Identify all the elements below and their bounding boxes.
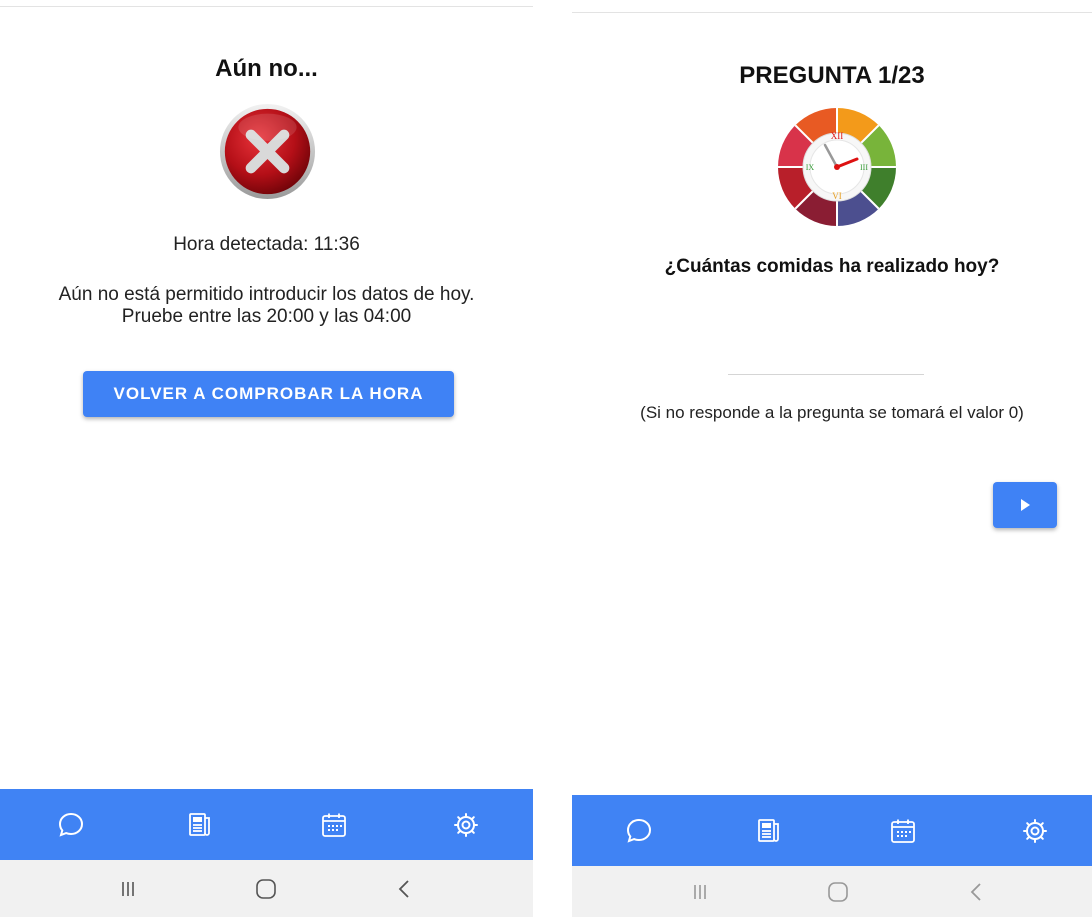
top-divider [0,6,533,7]
error-x-icon [219,103,316,200]
tab-chat[interactable] [41,789,101,860]
settings-icon [454,812,478,837]
clock-numeral-ix: IX [806,163,815,172]
recent-apps-icon [694,884,706,899]
calendar-icon [322,813,346,837]
play-arrow-icon [1021,499,1030,511]
tab-settings[interactable] [436,789,496,860]
bottom-tab-bar [0,789,533,860]
home-button[interactable] [236,860,296,917]
home-icon [828,881,848,902]
back-icon [398,879,409,898]
recent-apps-button[interactable] [98,860,158,917]
bottom-tab-bar [572,795,1092,866]
system-nav-bar [572,866,1092,917]
recent-apps-button[interactable] [670,866,730,917]
detected-time: Hora detectada: 11:36 [173,234,360,255]
next-question-button[interactable] [993,482,1057,528]
back-button[interactable] [374,860,434,917]
news-icon [189,812,210,836]
recent-apps-icon [122,881,134,896]
question-counter-title: PREGUNTA 1/23 [739,62,925,89]
calendar-icon [891,819,915,843]
home-icon [256,878,276,899]
system-nav-bar [0,860,533,917]
default-value-hint: (Si no responde a la pregunta se tomará … [640,403,1024,422]
chat-bubble-icon [626,818,652,843]
back-button[interactable] [946,866,1006,917]
left-screen: Aún no... Hora detectada: 11:36 Aún no e… [0,0,533,917]
question-text: ¿Cuántas comidas ha realizado hoy? [664,256,1000,277]
clock-numeral-xii: XII [831,131,844,141]
right-screen: PREGUNTA 1/23 XII III VI IX ¿Cuántas com… [572,0,1092,917]
home-button[interactable] [808,866,868,917]
tab-chat[interactable] [609,795,669,866]
clock-numeral-vi: VI [832,191,842,201]
recheck-time-button[interactable]: VOLVER A COMPROBAR LA HORA [83,371,454,417]
tab-news[interactable] [170,789,230,860]
top-divider [572,12,1092,13]
chat-bubble-icon [58,812,84,837]
news-icon [758,818,779,842]
back-icon [970,882,981,901]
food-clock-icon: XII III VI IX [778,108,896,226]
page-title: Aún no... [215,55,318,82]
tab-calendar[interactable] [304,789,364,860]
tab-settings[interactable] [1005,795,1065,866]
tab-news[interactable] [739,795,799,866]
settings-icon [1023,818,1047,843]
answer-input[interactable] [728,348,924,375]
clock-numeral-iii: III [860,163,868,172]
tab-calendar[interactable] [873,795,933,866]
not-allowed-message: Aún no está permitido introducir los dat… [58,284,475,327]
